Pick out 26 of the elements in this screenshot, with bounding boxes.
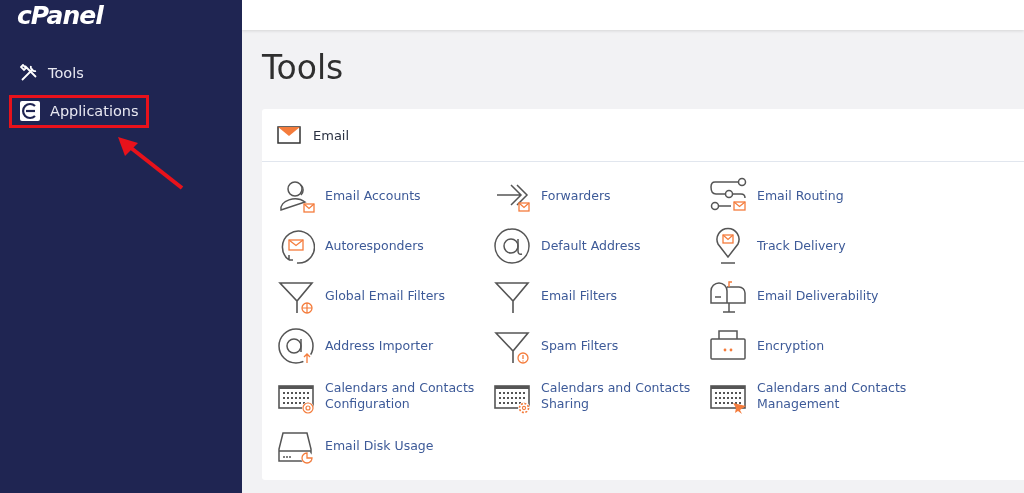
at-sign-icon: [493, 227, 531, 265]
tool-link[interactable]: Track Delivery: [709, 226, 969, 266]
tool-link[interactable]: Email Accounts: [277, 176, 493, 216]
tools-icon: [20, 64, 38, 82]
tool-link[interactable]: Email Routing: [709, 176, 969, 216]
tool-link[interactable]: Calendars and Contacts Management: [709, 376, 969, 416]
sidebar-item[interactable]: Applications: [9, 95, 149, 128]
tool-link[interactable]: Forwarders: [493, 176, 709, 216]
tool-link[interactable]: Calendars and Contacts Configuration: [277, 376, 493, 416]
tool-link[interactable]: Email Disk Usage: [277, 426, 493, 466]
tool-link[interactable]: Default Address: [493, 226, 709, 266]
applications-icon: [20, 101, 40, 121]
tool-link[interactable]: Encryption: [709, 326, 969, 366]
tool-link[interactable]: Address Importer: [277, 326, 493, 366]
sidebar-item[interactable]: Tools: [9, 58, 94, 89]
tool-link[interactable]: Email Deliverability: [709, 276, 969, 316]
envelope-icon: [277, 126, 301, 144]
page-title: Tools: [262, 48, 345, 88]
tool-link[interactable]: Spam Filters: [493, 326, 709, 366]
section-title: Email: [313, 127, 350, 143]
cpanel-logo: cPanel: [17, 2, 103, 30]
tool-link[interactable]: Email Filters: [493, 276, 709, 316]
tool-link[interactable]: Global Email Filters: [277, 276, 493, 316]
tool-link[interactable]: Autoresponders: [277, 226, 493, 266]
at-upload-icon: [277, 327, 315, 365]
tool-link[interactable]: Calendars and Contacts Sharing: [493, 376, 709, 416]
